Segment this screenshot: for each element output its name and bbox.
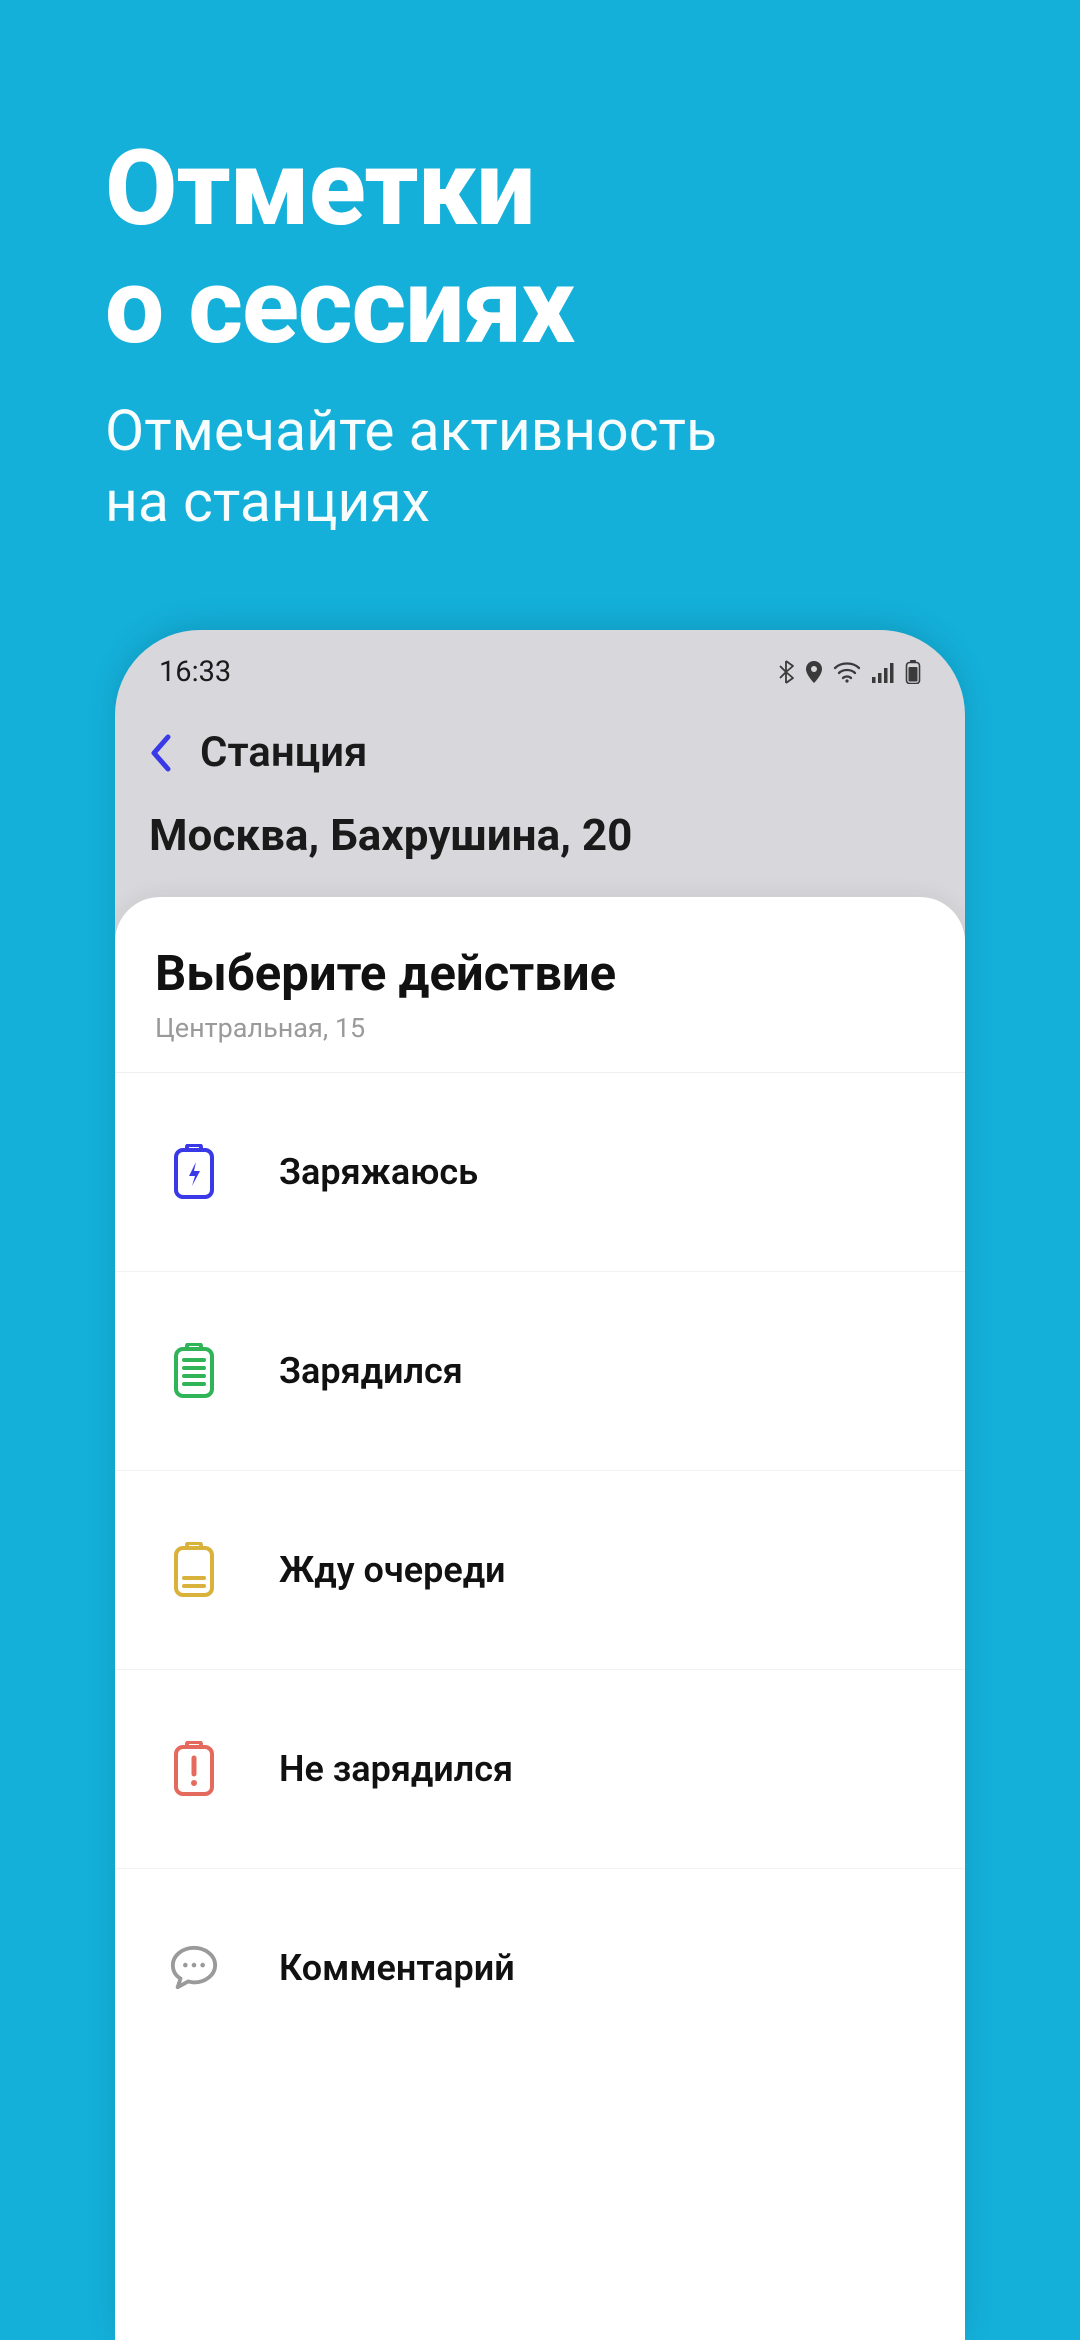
action-label: Комментарий [279,1947,515,1989]
station-address: Москва, Бахрушина, 20 [115,803,965,889]
promo-sub-line2: на станциях [105,468,430,535]
action-comment[interactable]: Комментарий [115,1869,965,2067]
sheet-title: Выберите действие [155,945,925,1002]
promo-title: Отметки о сессиях [0,0,1080,395]
action-charged[interactable]: Зарядился [115,1272,965,1471]
wifi-icon [833,661,861,683]
promo-title-line2: о сессиях [105,245,574,368]
signal-icon [871,661,895,683]
promo-subtitle: Отмечайте активность на станциях [0,395,1080,538]
back-icon[interactable] [149,733,172,773]
action-label: Жду очереди [279,1549,506,1591]
page-title: Станция [200,728,367,777]
action-sheet: Выберите действие Центральная, 15 Заряжа… [115,897,965,2340]
status-bar: 16:33 [115,630,965,704]
battery-full-icon [169,1342,219,1400]
action-label: Зарядился [279,1350,463,1392]
battery-alert-icon [169,1740,219,1798]
battery-low-icon [169,1541,219,1599]
action-failed[interactable]: Не зарядился [115,1670,965,1869]
comment-icon [169,1939,219,1997]
battery-charging-icon [169,1143,219,1201]
battery-status-icon [905,660,921,684]
phone-frame: 16:33 Станция Москва, Бахрушина, 20 Выбе… [115,630,965,2340]
location-icon [805,660,823,684]
action-waiting[interactable]: Жду очереди [115,1471,965,1670]
action-label: Не зарядился [279,1748,513,1790]
status-icons [779,660,921,684]
sheet-header: Выберите действие Центральная, 15 [115,897,965,1073]
promo-title-line1: Отметки [105,127,534,250]
status-time: 16:33 [159,655,231,689]
sheet-subtitle: Центральная, 15 [155,1012,925,1044]
action-charging[interactable]: Заряжаюсь [115,1073,965,1272]
action-label: Заряжаюсь [279,1151,478,1193]
bluetooth-icon [779,660,795,684]
app-header: Станция [115,704,965,803]
promo-sub-line1: Отмечайте активность [105,397,717,464]
